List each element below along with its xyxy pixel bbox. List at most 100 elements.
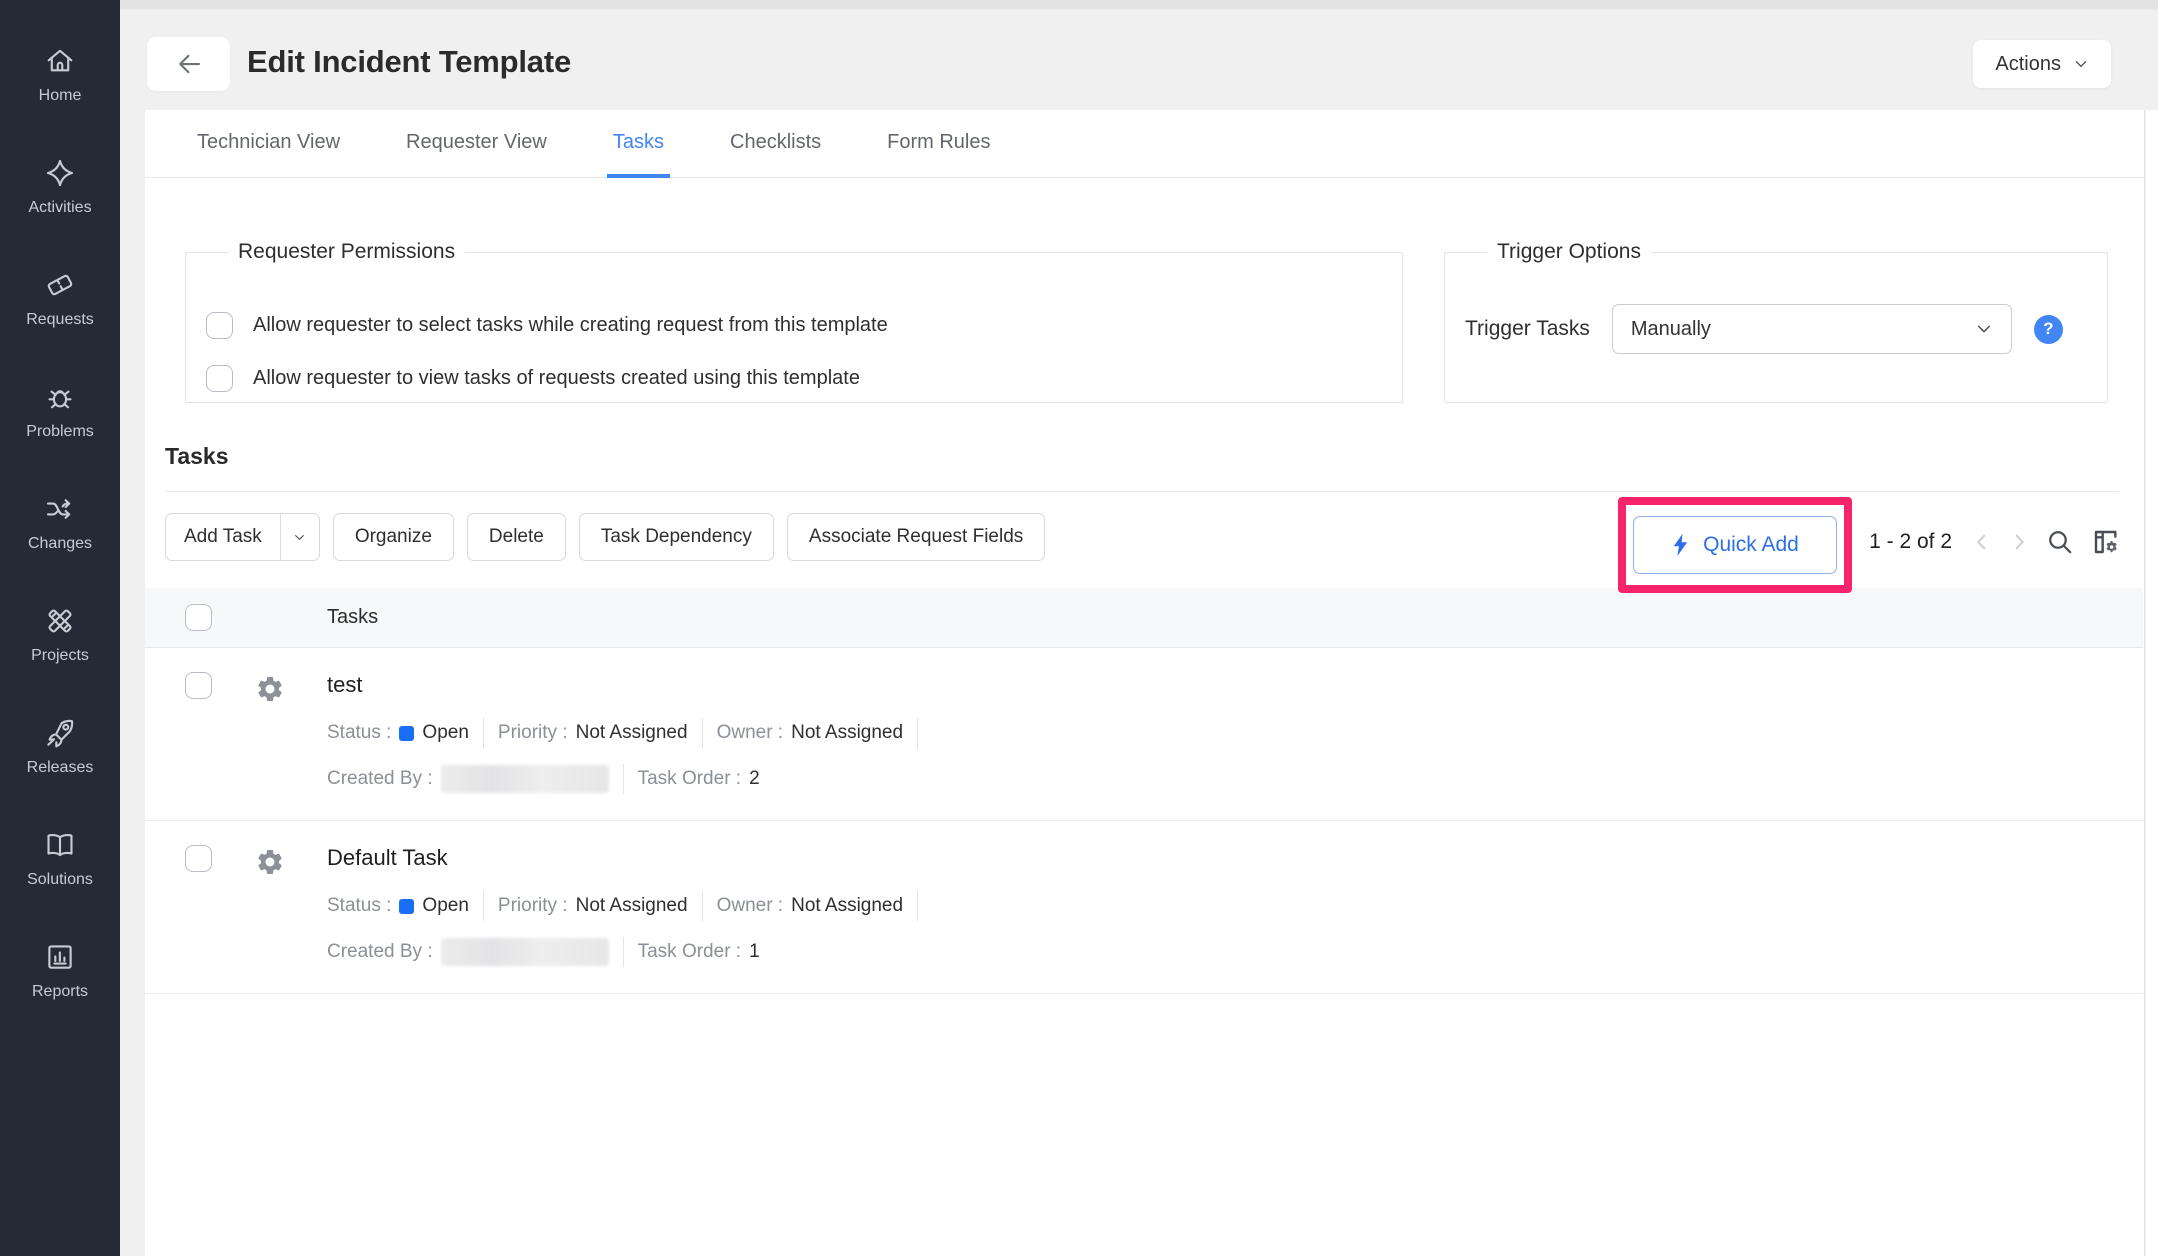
add-task-button[interactable]: Add Task bbox=[165, 513, 320, 561]
priority-value: Not Assigned bbox=[576, 722, 688, 744]
task-order-value: 2 bbox=[749, 768, 760, 790]
priority-value: Not Assigned bbox=[576, 895, 688, 917]
sidebar-item-requests[interactable]: Requests bbox=[0, 268, 120, 329]
delete-button[interactable]: Delete bbox=[467, 513, 566, 561]
changes-icon bbox=[43, 492, 77, 526]
owner-label: Owner : bbox=[717, 722, 784, 744]
gear-icon[interactable] bbox=[255, 847, 285, 877]
main-region: Edit Incident Template Actions Technicia… bbox=[120, 0, 2158, 1256]
task-meta-line: Status : Open Priority : Not Assigned Ow… bbox=[327, 718, 2143, 748]
actions-button[interactable]: Actions bbox=[1973, 40, 2111, 88]
sidebar-item-label: Releases bbox=[27, 759, 94, 777]
view-tasks-checkbox[interactable] bbox=[206, 365, 233, 392]
pagination-range: 1 - 2 of 2 bbox=[1869, 530, 1952, 554]
tab-form-rules[interactable]: Form Rules bbox=[881, 110, 996, 178]
tab-checklists[interactable]: Checklists bbox=[724, 110, 827, 178]
trigger-options-legend: Trigger Options bbox=[1487, 240, 1651, 264]
search-icon[interactable] bbox=[2045, 527, 2075, 557]
meta-divider bbox=[623, 764, 624, 794]
next-page-icon[interactable] bbox=[2008, 531, 2030, 553]
page-title: Edit Incident Template bbox=[247, 44, 571, 80]
sidebar-item-reports[interactable]: Reports bbox=[0, 940, 120, 1001]
trigger-tasks-select[interactable]: Manually bbox=[1612, 304, 2012, 354]
top-strip bbox=[120, 0, 2158, 10]
sidebar-item-releases[interactable]: Releases bbox=[0, 716, 120, 777]
status-value: Open bbox=[422, 722, 468, 744]
trigger-tasks-row: Trigger Tasks Manually ? bbox=[1465, 304, 2107, 354]
task-title[interactable]: Default Task bbox=[327, 845, 2143, 871]
sidebar-item-projects[interactable]: Projects bbox=[0, 604, 120, 665]
sidebar-item-label: Problems bbox=[26, 423, 94, 441]
task-meta-line: Status : Open Priority : Not Assigned Ow… bbox=[327, 891, 2143, 921]
associate-request-fields-button[interactable]: Associate Request Fields bbox=[787, 513, 1045, 561]
owner-value: Not Assigned bbox=[791, 895, 903, 917]
problems-icon bbox=[43, 380, 77, 414]
row-checkbox[interactable] bbox=[185, 672, 212, 699]
sidebar-item-changes[interactable]: Changes bbox=[0, 492, 120, 553]
add-task-label: Add Task bbox=[166, 526, 280, 548]
sidebar-item-activities[interactable]: Activities bbox=[0, 156, 120, 217]
requests-icon bbox=[43, 268, 77, 302]
sidebar-item-label: Activities bbox=[28, 199, 91, 217]
projects-icon bbox=[43, 604, 77, 638]
select-tasks-checkbox[interactable] bbox=[206, 312, 233, 339]
created-by-value-redacted bbox=[441, 765, 609, 793]
list-tools: 1 - 2 of 2 bbox=[1869, 522, 2122, 562]
column-settings-icon[interactable] bbox=[2090, 526, 2122, 558]
row-checkbox[interactable] bbox=[185, 845, 212, 872]
sidebar-item-home[interactable]: Home bbox=[0, 44, 120, 105]
priority-label: Priority : bbox=[498, 895, 568, 917]
task-title[interactable]: test bbox=[327, 672, 2143, 698]
chevron-down-icon bbox=[293, 531, 306, 544]
meta-divider bbox=[702, 891, 703, 921]
sidebar-item-solutions[interactable]: Solutions bbox=[0, 828, 120, 889]
requester-permissions-fieldset: Requester Permissions Allow requester to… bbox=[185, 240, 1403, 403]
view-tasks-label: Allow requester to view tasks of request… bbox=[253, 367, 860, 390]
help-icon[interactable]: ? bbox=[2034, 315, 2063, 344]
status-open-icon bbox=[399, 899, 414, 914]
table-row: Default Task Status : Open Priority : No… bbox=[145, 821, 2143, 994]
add-task-caret[interactable] bbox=[281, 514, 319, 560]
app-sidebar: Home Activities Requests Problems Change… bbox=[0, 0, 120, 1256]
task-meta-line: Created By : Task Order : 1 bbox=[327, 937, 2143, 967]
task-table: Tasks test Status : Open Prior bbox=[145, 588, 2143, 994]
sidebar-item-label: Home bbox=[39, 87, 82, 105]
status-label: Status : bbox=[327, 722, 391, 744]
meta-divider bbox=[702, 718, 703, 748]
back-arrow-icon bbox=[174, 49, 204, 79]
annotation-highlight: Quick Add bbox=[1618, 497, 1852, 593]
section-divider bbox=[165, 491, 2119, 492]
status-label: Status : bbox=[327, 895, 391, 917]
meta-divider bbox=[623, 937, 624, 967]
content-card: Technician View Requester View Tasks Che… bbox=[145, 110, 2145, 1256]
task-order-label: Task Order : bbox=[638, 941, 741, 963]
organize-button[interactable]: Organize bbox=[333, 513, 454, 561]
sidebar-item-label: Changes bbox=[28, 535, 92, 553]
previous-page-icon[interactable] bbox=[1971, 531, 1993, 553]
back-button[interactable] bbox=[147, 37, 230, 91]
status-value: Open bbox=[422, 895, 468, 917]
quick-add-button[interactable]: Quick Add bbox=[1633, 516, 1837, 574]
lightning-bolt-icon bbox=[1671, 532, 1690, 558]
created-by-label: Created By : bbox=[327, 941, 433, 963]
task-order-value: 1 bbox=[749, 941, 760, 963]
tab-requester-view[interactable]: Requester View bbox=[400, 110, 553, 178]
task-dependency-button[interactable]: Task Dependency bbox=[579, 513, 774, 561]
tab-technician-view[interactable]: Technician View bbox=[191, 110, 346, 178]
sidebar-item-label: Reports bbox=[32, 983, 88, 1001]
permission-option-select-tasks: Allow requester to select tasks while cr… bbox=[206, 312, 1402, 339]
chevron-down-icon bbox=[2073, 56, 2089, 72]
trigger-options-fieldset: Trigger Options Trigger Tasks Manually ? bbox=[1444, 240, 2108, 403]
sidebar-item-label: Requests bbox=[26, 311, 94, 329]
select-all-checkbox[interactable] bbox=[185, 604, 212, 631]
trigger-tasks-label: Trigger Tasks bbox=[1465, 317, 1590, 341]
tab-tasks[interactable]: Tasks bbox=[607, 110, 670, 178]
right-gutter bbox=[2146, 110, 2158, 1256]
sidebar-item-problems[interactable]: Problems bbox=[0, 380, 120, 441]
gear-icon[interactable] bbox=[255, 674, 285, 704]
select-tasks-label: Allow requester to select tasks while cr… bbox=[253, 314, 888, 337]
sidebar-item-label: Projects bbox=[31, 647, 89, 665]
tasks-section-heading: Tasks bbox=[165, 443, 229, 470]
solutions-icon bbox=[43, 828, 77, 862]
task-table-header: Tasks bbox=[145, 588, 2143, 648]
